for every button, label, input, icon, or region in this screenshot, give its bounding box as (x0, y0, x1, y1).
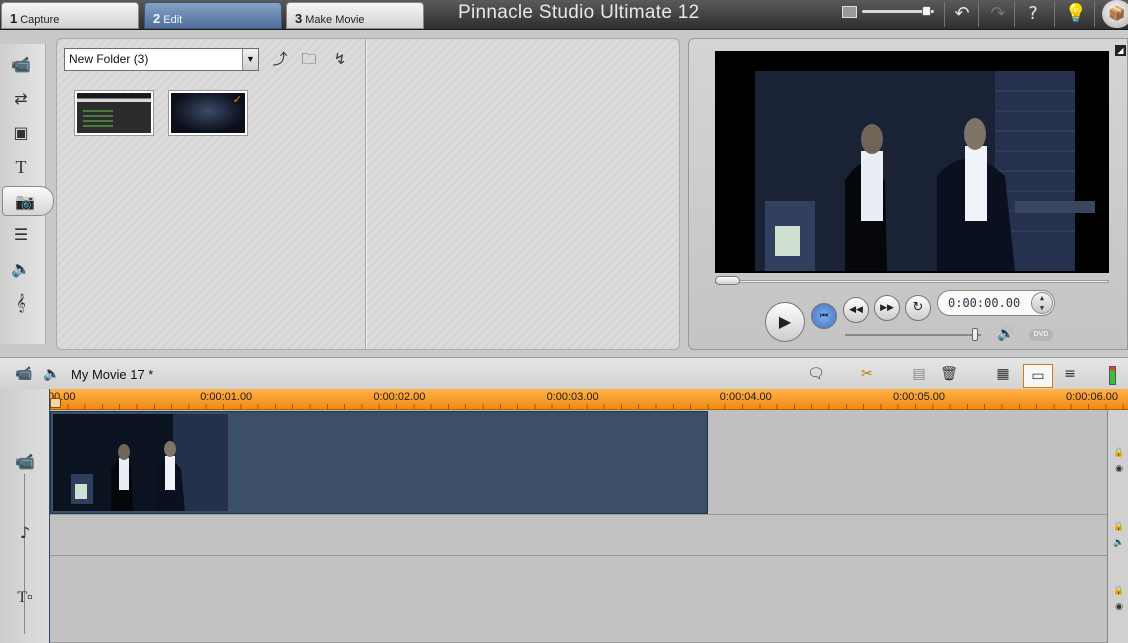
volume-slider-handle[interactable] (972, 328, 979, 341)
lock-icon[interactable]: 🔒 (1113, 522, 1125, 532)
storyboard-view-icon[interactable]: ▦ (991, 365, 1015, 385)
toolbar-separator (944, 2, 945, 27)
album-page-divider (365, 39, 367, 349)
chevron-down-icon[interactable]: ▼ (242, 49, 258, 70)
folder-select[interactable]: New Folder (3) ▼ (64, 48, 259, 71)
tab-make-movie[interactable]: 3 Make Movie (286, 2, 424, 29)
ruler-label: 0:00:05.00 (893, 391, 945, 403)
track-connector (24, 474, 25, 634)
tab-capture[interactable]: 1 Capture (1, 2, 139, 29)
clip-thumbnail (53, 414, 228, 511)
razor-icon[interactable]: ✂ (855, 365, 879, 385)
track-headers: 📹 ♪ T▫ (0, 389, 50, 643)
loop-button[interactable]: ↻ (905, 295, 931, 321)
music-icon[interactable]: 𝄞 (6, 290, 36, 316)
track-lock-column: 🔒 ◉ 🔒 🔈 🔒 ◉ (1107, 410, 1128, 643)
eye-icon[interactable]: ◉ (1113, 464, 1125, 474)
timeline-view-button[interactable]: ▭ (1023, 364, 1053, 388)
sound-effects-icon[interactable]: 🔈 (6, 256, 36, 282)
audio-curve-icon[interactable]: ♪ (12, 523, 38, 542)
photos-icon[interactable]: 📷 (2, 186, 54, 216)
timecode-spinner[interactable]: ▲ ▼ (1031, 292, 1053, 314)
video-track-icon[interactable]: 📹 (12, 452, 38, 471)
marker-icon[interactable]: 🗨 (804, 365, 828, 385)
tip-bulb-icon[interactable]: 💡 (1064, 3, 1088, 25)
titles-icon[interactable]: T (6, 154, 36, 180)
expand-player-icon[interactable]: ◢ (1115, 45, 1126, 56)
play-button[interactable]: ▶ (765, 302, 805, 342)
toolbar-separator (978, 2, 979, 27)
ruler-label: 0:00:06.00 (1066, 391, 1118, 403)
parent-folder-icon[interactable]: ⤴ (269, 49, 291, 69)
camera-icon[interactable]: 📹 (12, 365, 36, 385)
zoom-slider-handle[interactable] (921, 6, 931, 16)
lock-icon[interactable]: 🔒 (1113, 586, 1125, 596)
ruler-label: 0:00:04.00 (719, 391, 772, 403)
player-panel: ◢ ▶ ⏮ ◀◀ ▶▶ ↻ 0:00:00.00 ▲ ▼ 🔊 DVD (688, 38, 1128, 350)
video-frame (715, 51, 1109, 273)
audio-level-meter (1109, 366, 1116, 385)
album-panel: New Folder (3) ▼ ⤴ 🗀 ↯ ✓ (56, 38, 680, 350)
speaker-icon[interactable]: 🔈 (40, 365, 64, 385)
timeline-ruler[interactable]: 00.00 0:00:01.00 0:00:02.00 0:00:03.00 0… (50, 389, 1128, 410)
top-bar: 1 Capture 2 Edit 3 Make Movie Pinnacle Stud… (0, 0, 1128, 30)
app-title: Pinnacle Studio Ultimate 12 (458, 2, 700, 23)
trash-icon[interactable]: 🗑 (937, 365, 961, 385)
tab-edit[interactable]: 2 Edit (144, 2, 282, 29)
video-clip[interactable] (50, 411, 708, 514)
open-folder-icon[interactable]: 🗀 (298, 49, 320, 69)
toolbar-separator (1014, 2, 1015, 27)
fast-forward-button[interactable]: ▶▶ (874, 295, 900, 321)
scrubber-handle[interactable] (715, 276, 740, 285)
speaker-icon[interactable]: 🔊 (997, 326, 1014, 342)
ruler-ticks (50, 404, 1128, 409)
movie-scene-thumbnail[interactable]: ✓ (168, 90, 248, 136)
album-category-bar: 📹 ⇄ ▣ T 📷 ☰ 🔈 𝄞 (0, 44, 54, 344)
timeline-view-icon: ▭ (1031, 368, 1045, 384)
text-view-icon[interactable]: ≡ (1058, 365, 1082, 385)
timecode-counter[interactable]: 0:00:00.00 ▲ ▼ (937, 290, 1055, 316)
screenshot-thumbnail[interactable] (74, 90, 154, 136)
used-checkmark-icon: ✓ (232, 93, 242, 106)
ruler-label: 0:00:03.00 (546, 391, 599, 403)
title-track-icon[interactable]: T▫ (12, 589, 38, 607)
overlay-track[interactable] (50, 557, 1107, 643)
lock-icon[interactable]: 🔒 (1113, 448, 1125, 458)
playhead-handle[interactable] (50, 398, 61, 408)
timeline-toolbar: 📹 🔈 My Movie 17 * 🗨 ✂ ▤ 🗑 ▦ ▭ ≡ (0, 357, 1128, 389)
timeline-tracks (50, 410, 1107, 643)
disc-menus-icon[interactable]: ☰ (6, 222, 36, 248)
transitions-icon[interactable]: ⇄ (6, 86, 36, 112)
movie-title: My Movie 17 * (71, 367, 154, 382)
redo-icon[interactable]: ↷ (986, 3, 1010, 25)
ruler-label: 0:00:01.00 (200, 391, 253, 403)
title-track[interactable] (50, 516, 1107, 556)
go-to-start-button[interactable]: ⏮ (811, 303, 837, 329)
ruler-label: 0:00:02.00 (373, 391, 426, 403)
toolbar-separator (1094, 2, 1095, 27)
dvd-playback-button[interactable]: DVD (1029, 329, 1053, 341)
video-preview (715, 51, 1109, 273)
speaker-icon[interactable]: 🔈 (1113, 538, 1125, 548)
playback-scrubber[interactable] (715, 280, 1109, 283)
split-clip-icon[interactable]: ▤ (907, 365, 931, 385)
help-icon[interactable]: ? (1021, 3, 1045, 25)
clip-frame (53, 414, 228, 511)
premium-pack-icon[interactable]: 📦 (1102, 0, 1128, 28)
themes-icon[interactable]: ▣ (6, 120, 36, 146)
volume-slider[interactable] (845, 334, 981, 336)
toolbar-separator (1054, 2, 1055, 27)
rewind-button[interactable]: ◀◀ (843, 297, 869, 323)
undo-icon[interactable]: ↶ (950, 3, 974, 25)
video-clips-icon[interactable]: 📹 (6, 52, 36, 78)
scene-detect-icon[interactable]: ↯ (329, 49, 351, 69)
screen-mode-icon[interactable] (842, 6, 857, 18)
video-track[interactable] (50, 410, 1107, 515)
eye-icon[interactable]: ◉ (1113, 602, 1125, 612)
